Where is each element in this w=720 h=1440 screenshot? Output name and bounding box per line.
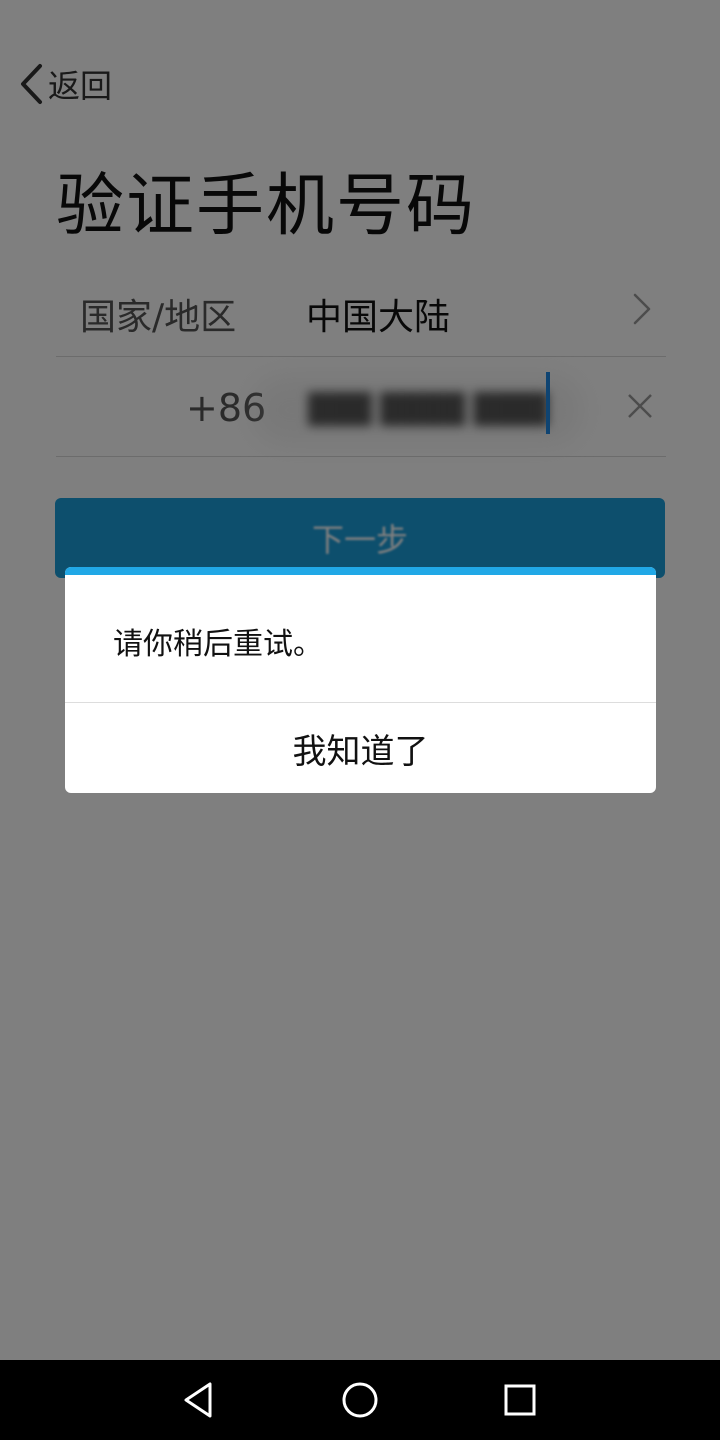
verify-phone-screen: 返回 验证手机号码 国家/地区 中国大陆 +86 下一步 请你稍后重试。 我知道… (0, 0, 720, 1360)
dialog-ok-button[interactable]: 我知道了 (65, 703, 656, 793)
square-recent-icon[interactable] (498, 1378, 542, 1422)
circle-home-icon[interactable] (338, 1378, 382, 1422)
system-nav-bar (0, 1360, 720, 1440)
dialog-message: 请你稍后重试。 (113, 627, 323, 662)
dialog-accent-bar (65, 567, 656, 575)
alert-dialog: 请你稍后重试。 我知道了 (65, 567, 656, 793)
triangle-back-icon[interactable] (178, 1378, 222, 1422)
